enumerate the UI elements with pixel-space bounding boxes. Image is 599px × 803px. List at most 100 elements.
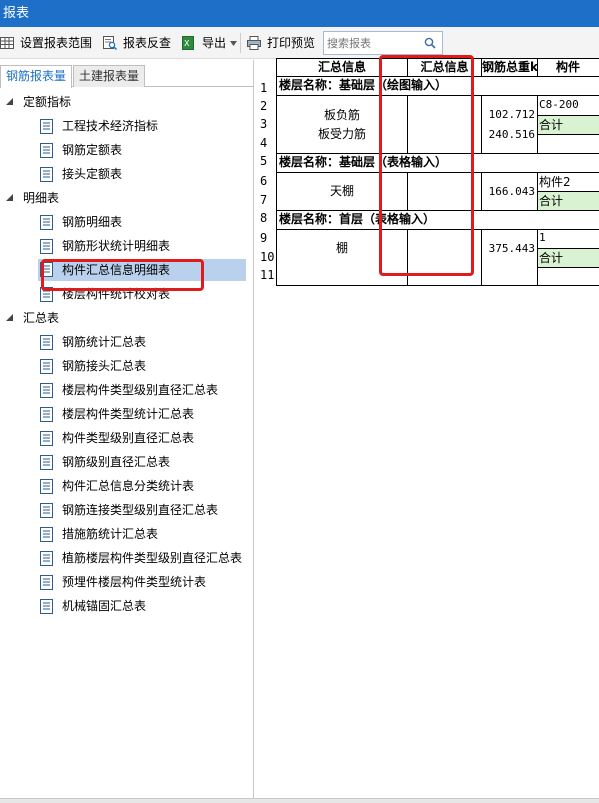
weight-cell: 240.516 — [488, 128, 535, 141]
weight-cell: 166.043 — [488, 185, 535, 198]
component-code-cell: 构件2 — [539, 175, 571, 189]
tree-item[interactable]: 钢筋明细表 — [40, 212, 246, 232]
report-doc-icon — [40, 383, 53, 398]
window-title: 报表 — [0, 0, 599, 27]
tree-item[interactable]: 构件汇总信息分类统计表 — [40, 476, 246, 496]
floor-group-row: 楼层名称：基础层（表格输入） — [279, 155, 448, 169]
tree-item-label: 预埋件楼层构件类型统计表 — [62, 575, 207, 589]
tree-item-label: 构件汇总信息明细表 — [62, 263, 171, 277]
tree-item-label: 钢筋明细表 — [62, 215, 123, 229]
tree-item-label: 钢筋接头汇总表 — [62, 359, 147, 373]
report-doc-icon — [40, 479, 53, 494]
tree-item-label: 措施筋统计汇总表 — [62, 527, 159, 541]
tree-item[interactable]: 植筋楼层构件类型级别直径汇总表 — [40, 548, 246, 568]
report-doc-icon — [40, 287, 53, 302]
tree-item[interactable]: 接头定额表 — [40, 164, 246, 184]
component-code-cell: 1 — [539, 231, 546, 244]
printer-icon — [247, 36, 261, 50]
weight-cell: 375.443 — [488, 242, 535, 255]
tree-item[interactable]: 钢筋级别直径汇总表 — [40, 452, 246, 472]
tree-item-selected[interactable]: 构件汇总信息明细表 — [38, 259, 246, 281]
export-icon: X — [182, 36, 194, 50]
tree-item[interactable]: 钢筋连接类型级别直径汇总表 — [40, 500, 246, 520]
report-doc-icon — [40, 551, 53, 566]
tree-item[interactable]: 机械锚固汇总表 — [40, 596, 246, 616]
tree-category-label: 汇总表 — [23, 311, 60, 325]
report-doc-icon — [40, 503, 53, 518]
expand-arrow-icon[interactable] — [6, 314, 13, 321]
tree-item-label: 钢筋形状统计明细表 — [62, 239, 171, 253]
tree-item-label: 构件类型级别直径汇总表 — [62, 431, 195, 445]
tree-item-label: 钢筋连接类型级别直径汇总表 — [62, 503, 219, 517]
tree-item-label: 机械锚固汇总表 — [62, 599, 147, 613]
tree-item-label: 钢筋统计汇总表 — [62, 335, 147, 349]
tree-item[interactable]: 楼层构件类型统计汇总表 — [40, 404, 246, 424]
report-doc-icon — [40, 239, 53, 254]
report-nav-pane: 钢筋报表量 土建报表量 定额指标 工程技术经济指标 钢筋定额表 接头定额表 明细… — [0, 60, 254, 800]
report-tabs: 钢筋报表量 土建报表量 — [0, 60, 254, 88]
expand-arrow-icon[interactable] — [6, 194, 13, 201]
column-header: 汇总信息 — [317, 60, 366, 74]
tab-civil-report[interactable]: 土建报表量 — [73, 65, 146, 87]
component-code-cell: C8-200 — [539, 98, 579, 111]
report-doc-icon — [40, 167, 53, 182]
tree-item[interactable]: 钢筋形状统计明细表 — [40, 236, 246, 256]
tree-category-detail[interactable]: 明细表 — [6, 188, 246, 208]
grid-settings-icon — [0, 37, 14, 49]
tree-item[interactable]: 楼层构件类型级别直径汇总表 — [40, 380, 246, 400]
column-header: 构件 — [556, 60, 581, 74]
report-doc-icon — [40, 575, 53, 590]
chevron-down-icon — [230, 41, 237, 46]
floor-group-row: 楼层名称：首层（表格输入） — [279, 212, 436, 226]
tree-category-quota[interactable]: 定额指标 — [6, 92, 246, 112]
tree-item[interactable]: 楼层构件统计校对表 — [40, 284, 246, 304]
tree-item-label: 钢筋定额表 — [62, 143, 123, 157]
reverse-check-label: 报表反查 — [123, 36, 172, 50]
column-header: 汇总信息 — [420, 60, 469, 74]
tree-item[interactable]: 钢筋统计汇总表 — [40, 332, 246, 352]
svg-text:X: X — [184, 39, 190, 48]
report-doc-icon — [40, 431, 53, 446]
tree-category-summary[interactable]: 汇总表 — [6, 308, 246, 328]
tree-item-label: 接头定额表 — [62, 167, 123, 181]
expand-arrow-icon[interactable] — [6, 98, 13, 105]
subtotal-cell: 合计 — [538, 116, 599, 134]
report-search-icon — [103, 36, 117, 50]
report-doc-icon — [40, 262, 53, 277]
tree-item[interactable]: 钢筋定额表 — [40, 140, 246, 160]
column-header: 钢筋总重kg — [482, 60, 537, 74]
tree-item[interactable]: 预埋件楼层构件类型统计表 — [40, 572, 246, 592]
tab-steel-report[interactable]: 钢筋报表量 — [0, 65, 73, 88]
report-doc-icon — [40, 407, 53, 422]
tree-item-label: 楼层构件统计校对表 — [62, 287, 171, 301]
report-search-box[interactable] — [323, 31, 443, 55]
tree-item[interactable]: 措施筋统计汇总表 — [40, 524, 246, 544]
floor-group-row: 楼层名称：基础层（绘图输入） — [279, 78, 448, 92]
toolbar-divider — [240, 33, 241, 53]
set-range-label: 设置报表范围 — [20, 36, 93, 50]
search-icon[interactable] — [424, 37, 436, 49]
print-preview-label: 打印预览 — [267, 36, 316, 50]
tree-category-label: 明细表 — [23, 191, 60, 205]
subtotal-cell: 合计 — [538, 249, 599, 267]
tree-item-label: 楼层构件类型级别直径汇总表 — [62, 383, 219, 397]
tree-item[interactable]: 工程技术经济指标 — [40, 116, 246, 136]
row-number: 11 — [260, 268, 275, 282]
search-input[interactable] — [324, 32, 424, 54]
tree-category-label: 定额指标 — [23, 95, 72, 109]
tree-item[interactable]: 钢筋接头汇总表 — [40, 356, 246, 376]
component-name-cell: 天棚 — [329, 184, 354, 198]
status-bar — [0, 798, 599, 803]
tree-item[interactable]: 构件类型级别直径汇总表 — [40, 428, 246, 448]
toolbar: 设置报表范围 报表反查 X 导出 打印预览 — [0, 27, 599, 59]
tree-item-label: 楼层构件类型统计汇总表 — [62, 407, 195, 421]
subtotal-cell: 合计 — [538, 192, 599, 210]
report-doc-icon — [40, 215, 53, 230]
tree-item-label: 构件汇总信息分类统计表 — [62, 479, 195, 493]
report-doc-icon — [40, 335, 53, 350]
tree-item-label: 钢筋级别直径汇总表 — [62, 455, 171, 469]
component-name-cell: 板受力筋 — [317, 127, 366, 141]
report-doc-icon — [40, 455, 53, 470]
component-name-cell: 棚 — [335, 241, 348, 255]
export-label: 导出 — [202, 36, 227, 50]
